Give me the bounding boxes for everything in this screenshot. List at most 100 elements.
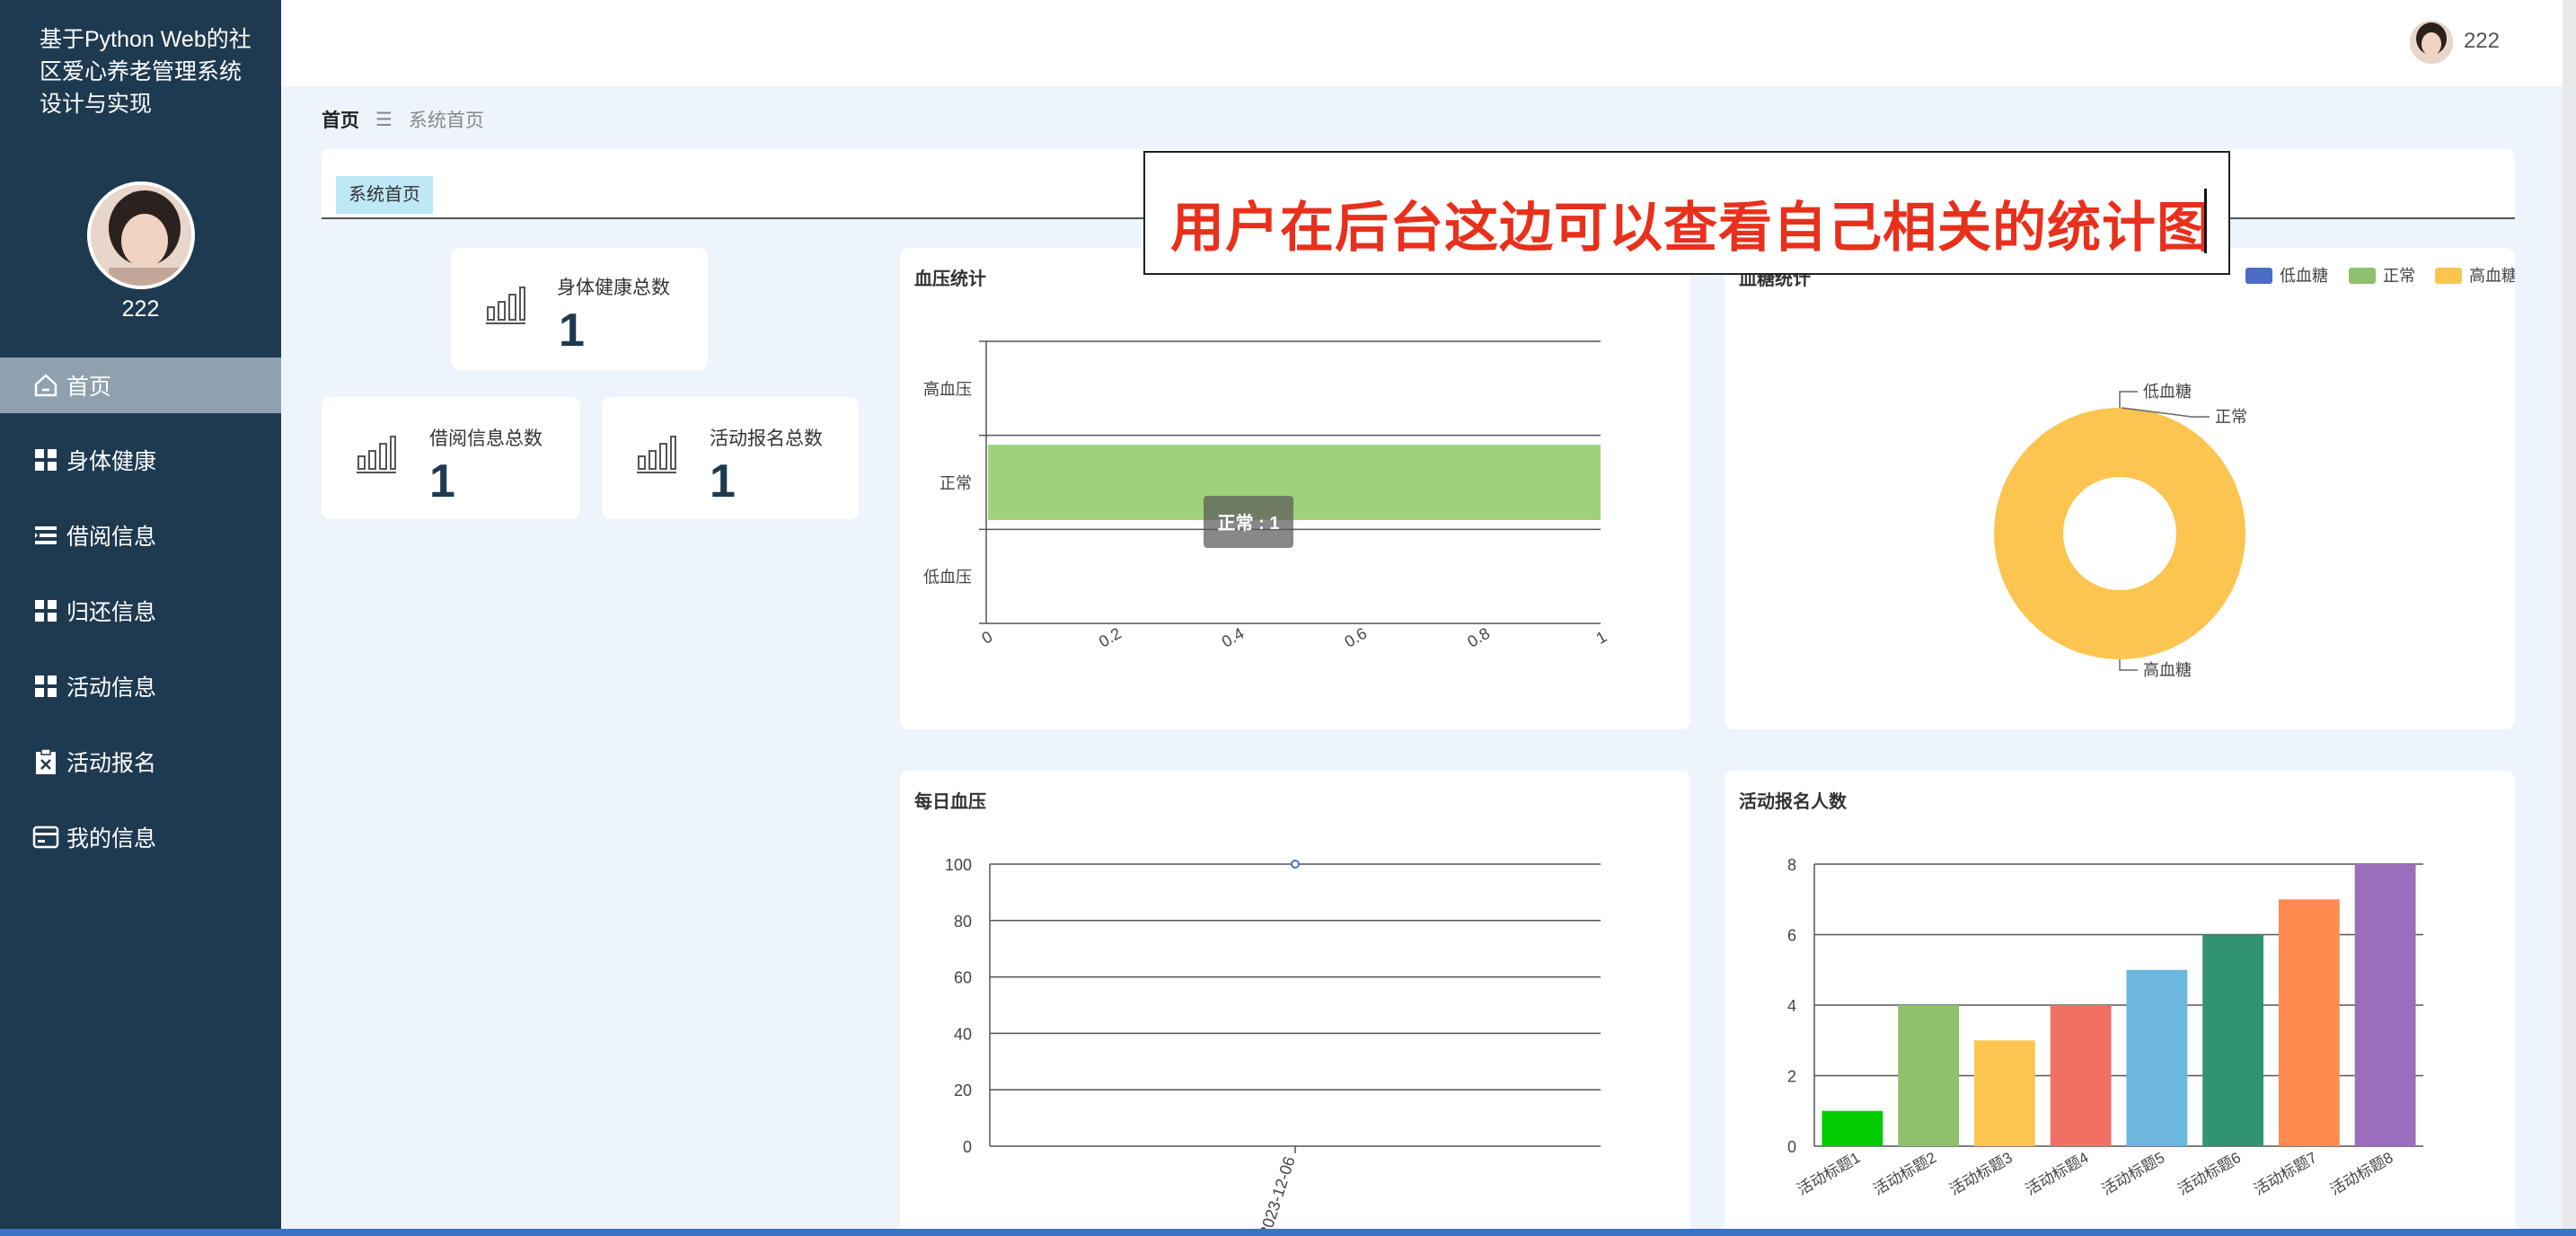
vertical-scrollbar[interactable] <box>2563 0 2576 1236</box>
sidebar-item-home[interactable]: 首页 <box>0 358 281 413</box>
sidebar: 基于Python Web的社区爱心养老管理系统设计与实现 222 首页 身体健康 <box>0 0 281 1236</box>
sidebar-item-label: 活动报名 <box>66 751 157 776</box>
y-tick-label: 40 <box>954 1025 972 1043</box>
annotation-text: 用户在后台这边可以查看自己相关的统计图 <box>1170 198 2211 258</box>
chart-panel-blood-sugar: 血糖统计 低血糖 正常 高血糖 低血糖 正常 高血糖 <box>1725 248 2515 729</box>
x-tick-label: 2023-12-06 <box>1256 1154 1298 1236</box>
bar-chart-icon <box>637 436 676 473</box>
bar <box>1973 1040 2035 1146</box>
sidebar-item-label: 首页 <box>66 375 112 400</box>
x-tick-label: 活动标题3 <box>1946 1149 2016 1198</box>
stat-label: 身体健康总数 <box>557 278 670 298</box>
text-caret <box>2204 189 2207 253</box>
y-tick-label: 20 <box>954 1082 972 1099</box>
legend-swatch <box>2349 268 2376 284</box>
header-avatar[interactable] <box>2410 21 2453 64</box>
slice-label: 高血糖 <box>2143 661 2192 679</box>
card-icon <box>32 824 59 851</box>
x-tick-label: 0.2 <box>1096 624 1125 651</box>
slice-label: 低血糖 <box>2143 383 2192 401</box>
grid-icon <box>32 597 59 624</box>
bar-chart-icon <box>486 287 525 324</box>
sidebar-item-signup[interactable]: 活动报名 <box>0 724 281 799</box>
breadcrumb-home[interactable]: 首页 <box>322 106 359 133</box>
y-tick-label: 正常 <box>940 474 972 492</box>
sidebar-item-profile[interactable]: 我的信息 <box>0 799 281 875</box>
bar <box>2354 864 2416 1146</box>
x-tick-label: 活动标题6 <box>2175 1149 2245 1198</box>
bottom-progress-line <box>0 1229 2576 1236</box>
y-tick-label: 80 <box>954 913 972 931</box>
leader-line <box>2119 659 2138 671</box>
sidebar-item-borrow[interactable]: 借阅信息 <box>0 498 281 573</box>
bar-chart-icon <box>357 436 396 473</box>
x-tick-label: 0.6 <box>1342 624 1371 651</box>
stat-label: 借阅信息总数 <box>429 428 543 449</box>
x-tick-label: 0.4 <box>1219 624 1248 651</box>
x-tick-label: 活动标题7 <box>2251 1149 2320 1198</box>
y-tick-label: 8 <box>1787 856 1796 874</box>
chart-panel-blood-pressure: 血压统计 低血压 正常 高血压 0 0.2 0.4 0.6 0.8 1 正常 : 1 <box>900 248 1690 729</box>
legend-swatch <box>2435 268 2462 284</box>
line-point <box>1291 860 1300 869</box>
grid-icon <box>32 673 59 700</box>
y-tick-label: 0 <box>1787 1138 1796 1156</box>
breadcrumb-current: 系统首页 <box>408 110 484 131</box>
header-username[interactable]: 222 <box>2464 29 2500 54</box>
sidebar-menu: 首页 身体健康 借阅信息 归还信息 活动信息 活动报名 我的信息 <box>0 358 281 875</box>
legend-label: 高血糖 <box>2469 267 2515 285</box>
bar <box>2050 1005 2112 1146</box>
x-tick-label: 活动标题5 <box>2099 1149 2168 1198</box>
x-tick-label: 活动标题1 <box>1795 1149 1864 1198</box>
user-name: 222 <box>121 296 160 322</box>
tooltip-text: 正常 : 1 <box>1218 513 1280 534</box>
sidebar-item-return[interactable]: 归还信息 <box>0 573 281 649</box>
chart-panel-activity-signup: 活动报名人数 0 2 4 6 8 活动标题1 活动标题2 活动标题3 活动标题4 活动标题5 活动标… <box>1725 771 2515 1236</box>
y-tick-label: 2 <box>1787 1068 1796 1086</box>
bar <box>1898 1005 1960 1146</box>
sidebar-item-label: 借阅信息 <box>66 525 157 550</box>
slice-label: 正常 <box>2215 408 2247 426</box>
chart-panel-daily-bp: 每日血压 0 20 40 60 80 100 2023-12-06 <box>900 771 1690 1236</box>
grid-icon <box>32 446 59 473</box>
stat-value: 1 <box>710 455 736 508</box>
tab-system-home[interactable]: 系统首页 <box>336 176 433 214</box>
y-tick-label: 4 <box>1787 997 1796 1015</box>
stat-card-health: 身体健康总数 1 <box>451 248 708 370</box>
x-tick-label: 活动标题8 <box>2327 1149 2396 1198</box>
bar <box>2126 969 2188 1146</box>
chart-blood-pressure: 低血压 正常 高血压 0 0.2 0.4 0.6 0.8 1 正常 : 1 <box>923 340 1610 651</box>
chart-daily-bp: 0 20 40 60 80 100 2023-12-06 <box>945 856 1601 1236</box>
sidebar-item-health[interactable]: 身体健康 <box>0 422 281 498</box>
bar <box>1822 1110 1883 1146</box>
stat-card-signup: 活动报名总数 1 <box>602 397 859 519</box>
x-tick-label: 活动标题2 <box>1871 1149 1940 1198</box>
breadcrumb: 首页 ☰ 系统首页 <box>322 106 484 133</box>
stat-label: 活动报名总数 <box>710 428 823 449</box>
bar <box>2278 899 2340 1146</box>
x-tick-label: 活动标题4 <box>2023 1149 2092 1198</box>
x-tick-label: 0 <box>979 628 996 648</box>
sidebar-item-label: 我的信息 <box>66 826 157 852</box>
stat-card-borrow: 借阅信息总数 1 <box>322 397 580 519</box>
home-icon <box>32 372 59 399</box>
sidebar-item-activity[interactable]: 活动信息 <box>0 649 281 724</box>
stat-value: 1 <box>429 455 455 508</box>
avatar[interactable] <box>87 181 195 289</box>
y-tick-label: 100 <box>945 856 972 874</box>
annotation-box: 用户在后台这边可以查看自己相关的统计图 <box>1143 151 2230 275</box>
leader-line <box>2119 391 2138 408</box>
breadcrumb-separator-icon: ☰ <box>375 109 393 130</box>
stat-value: 1 <box>559 305 585 357</box>
y-tick-label: 60 <box>954 969 972 987</box>
pie-slice <box>1994 408 2245 659</box>
sidebar-item-label: 身体健康 <box>66 449 157 474</box>
top-bar: 222 <box>281 0 2563 86</box>
legend-swatch <box>2245 268 2272 284</box>
y-tick-label: 6 <box>1787 927 1796 945</box>
y-tick-label: 低血压 <box>923 569 972 587</box>
bar <box>988 445 1601 520</box>
x-tick-label: 0.8 <box>1464 624 1493 651</box>
chart-activity-signup: 0 2 4 6 8 活动标题1 活动标题2 活动标题3 活动标题4 活动标题5 活动标题6 活动标题7… <box>1787 856 2423 1198</box>
chart-blood-sugar: 低血糖 正常 高血糖低血糖正常高血糖 <box>1994 267 2515 679</box>
